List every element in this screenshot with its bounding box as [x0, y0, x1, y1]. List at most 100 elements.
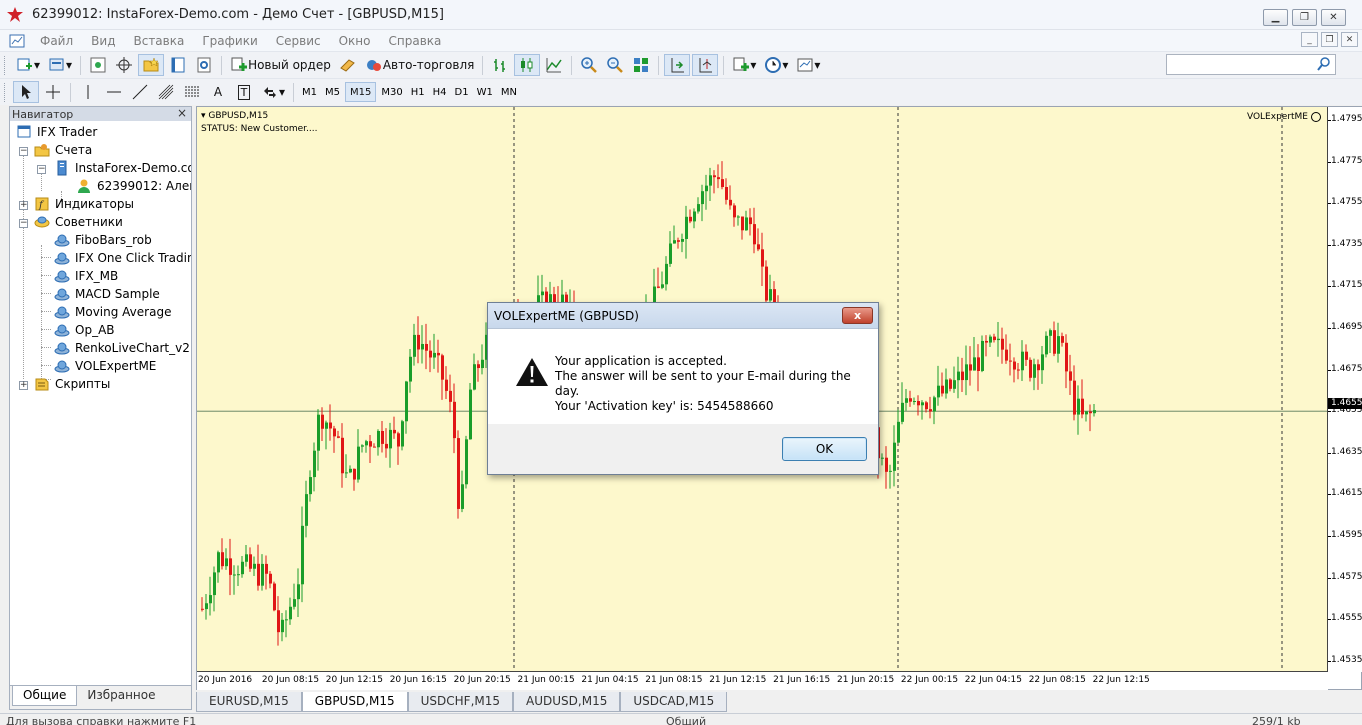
profiles-button[interactable]: ▾ [45, 54, 75, 76]
periods-button[interactable]: ▾ [761, 54, 791, 76]
fibonacci-icon [158, 84, 174, 100]
horizontal-line-button[interactable] [102, 81, 126, 103]
tree-expert-item[interactable]: IFX One Click Trading [54, 249, 191, 267]
expander-accounts[interactable]: − [19, 147, 28, 156]
tree-expert-item[interactable]: Moving Average [54, 303, 171, 321]
tree-expert-item[interactable]: MACD Sample [54, 285, 160, 303]
menu-charts[interactable]: Графики [193, 34, 266, 48]
expander-server[interactable]: − [37, 165, 46, 174]
tree-expert-item[interactable]: Op_AB [54, 321, 115, 339]
timeframe-m1[interactable]: M1 [298, 82, 321, 102]
restore-button[interactable]: ❐ [1292, 9, 1317, 26]
text-label-button[interactable]: T [232, 81, 256, 103]
timeframe-mn[interactable]: MN [497, 82, 521, 102]
expander-scripts[interactable]: + [19, 381, 28, 390]
data-window-button[interactable] [112, 54, 136, 76]
vertical-line-button[interactable] [76, 81, 100, 103]
candlestick-chart-button[interactable] [514, 54, 541, 76]
candle [233, 565, 236, 595]
tree-indicators[interactable]: f Индикаторы [34, 195, 134, 213]
chart-tab-eurusd[interactable]: EURUSD,M15 [196, 692, 302, 712]
timeframe-d1[interactable]: D1 [451, 82, 473, 102]
close-button[interactable]: ✕ [1321, 9, 1346, 26]
zoom-out-button[interactable] [603, 54, 627, 76]
price-tick: 1.4675 [1328, 363, 1362, 374]
trend-line-icon [132, 84, 148, 100]
menu-tools[interactable]: Сервис [267, 34, 330, 48]
navigator-close-icon[interactable]: × [177, 106, 187, 120]
price-scale[interactable]: 1.4795 1.4775 1.4755 1.4735 1.4715 1.4695 1.46… [1328, 107, 1362, 672]
menu-window[interactable]: Окно [330, 34, 380, 48]
fibo-tool-button[interactable] [154, 81, 178, 103]
tree-accounts[interactable]: Счета [34, 141, 92, 159]
mdi-minimize-button[interactable]: _ [1301, 32, 1318, 47]
time-scale[interactable]: 20 Jun 2016 20 Jun 08:15 20 Jun 12:15 20 Ju… [197, 672, 1328, 690]
tree-expert-item[interactable]: FiboBars_rob [54, 231, 152, 249]
mdi-close-button[interactable]: ✕ [1341, 32, 1358, 47]
chart-shift-button[interactable] [692, 54, 719, 76]
ok-button[interactable]: OK [782, 437, 867, 461]
crosshair-tool-button[interactable] [41, 81, 65, 103]
minimize-button[interactable]: ▁ [1263, 9, 1288, 26]
line-chart-button[interactable] [542, 54, 566, 76]
tab-common[interactable]: Общие [12, 686, 78, 706]
search-icon[interactable] [1317, 56, 1331, 72]
chart-window-icon[interactable] [9, 33, 25, 49]
navigator-button[interactable] [138, 54, 165, 76]
tree-experts[interactable]: Советники [34, 213, 123, 231]
timeframe-h4[interactable]: H4 [429, 82, 451, 102]
bar-chart-button[interactable] [488, 54, 512, 76]
timeframe-h1[interactable]: H1 [407, 82, 429, 102]
search-input[interactable] [1166, 54, 1336, 75]
menu-file[interactable]: Файл [31, 34, 82, 48]
tree-scripts[interactable]: Скрипты [34, 375, 110, 393]
dialog-close-button[interactable]: x [842, 307, 873, 324]
metaeditor-button[interactable] [336, 54, 360, 76]
new-order-button[interactable]: Новый ордер [227, 54, 334, 76]
candle [429, 340, 432, 373]
menu-view[interactable]: Вид [82, 34, 124, 48]
cursor-tool-button[interactable] [13, 81, 39, 103]
candle [1001, 327, 1004, 364]
tree-expert-item[interactable]: VOLExpertME [54, 357, 156, 375]
toolbar-grip[interactable] [4, 82, 8, 102]
candle [405, 380, 408, 434]
chart-tab-usdcad[interactable]: USDCAD,M15 [620, 692, 728, 712]
expander-experts[interactable]: − [19, 219, 28, 228]
chart-tab-usdchf[interactable]: USDCHF,M15 [407, 692, 514, 712]
tab-favorites[interactable]: Избранное [77, 686, 165, 706]
candle [1089, 404, 1092, 432]
timeframe-m15[interactable]: M15 [345, 82, 377, 102]
tree-root[interactable]: IFX Trader [16, 123, 97, 141]
tree-server[interactable]: InstaForex-Demo.com [54, 159, 191, 177]
candle [957, 356, 960, 399]
templates-button[interactable]: ▾ [793, 54, 823, 76]
candle [1045, 331, 1048, 358]
timeframe-m30[interactable]: M30 [377, 82, 406, 102]
chart-tab-gbpusd[interactable]: GBPUSD,M15 [301, 692, 408, 712]
text-tool-button[interactable]: A [206, 81, 230, 103]
toolbar-grip[interactable] [4, 55, 8, 75]
tile-windows-button[interactable] [629, 54, 653, 76]
market-watch-button[interactable] [86, 54, 110, 76]
trend-line-button[interactable] [128, 81, 152, 103]
terminal-button[interactable] [166, 54, 190, 76]
timeframe-w1[interactable]: W1 [473, 82, 497, 102]
fibo-retracement-button[interactable] [180, 81, 204, 103]
arrows-tool-button[interactable]: ▾ [258, 81, 288, 103]
auto-trading-button[interactable]: Авто-торговля [362, 54, 478, 76]
chart-tab-audusd[interactable]: AUDUSD,M15 [513, 692, 621, 712]
expander-indicators[interactable]: + [19, 201, 28, 210]
menu-insert[interactable]: Вставка [124, 34, 193, 48]
zoom-in-button[interactable] [577, 54, 601, 76]
strategy-tester-button[interactable] [192, 54, 216, 76]
tree-expert-item[interactable]: IFX_MB [54, 267, 118, 285]
tree-expert-item[interactable]: RenkoLiveChart_v2.1 [54, 339, 191, 357]
indicators-list-button[interactable]: ▾ [729, 54, 759, 76]
timeframe-m5[interactable]: M5 [321, 82, 344, 102]
menu-help[interactable]: Справка [380, 34, 451, 48]
mdi-restore-button[interactable]: ❐ [1321, 32, 1338, 47]
new-chart-button[interactable]: ▾ [13, 54, 43, 76]
auto-scroll-button[interactable] [664, 54, 691, 76]
tree-account[interactable]: 62399012: Алекса [76, 177, 191, 195]
